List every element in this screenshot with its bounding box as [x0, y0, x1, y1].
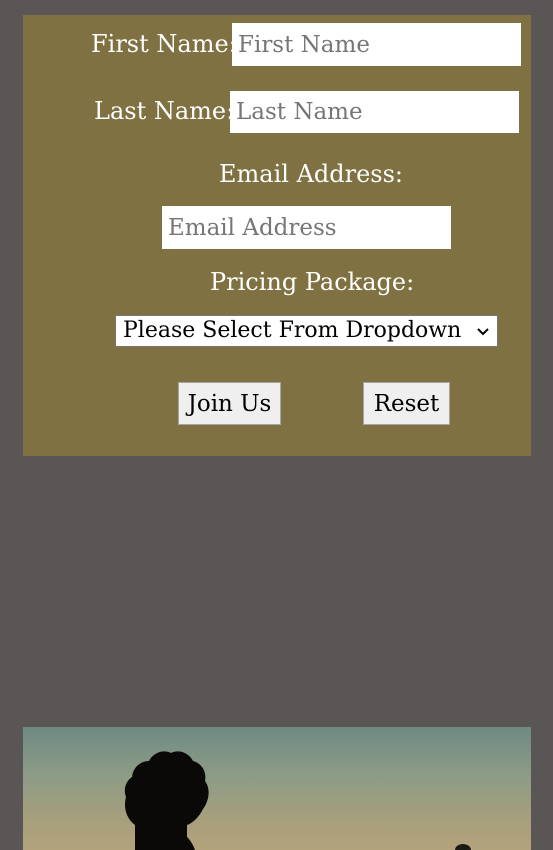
join-us-button[interactable]: Join Us — [178, 382, 281, 425]
first-name-label: First Name: — [91, 30, 237, 58]
last-name-label: Last Name: — [94, 97, 235, 125]
signup-form: First Name: Last Name: Email Address: Pr… — [23, 15, 531, 456]
pricing-package-selected: Please Select From Dropdown — [123, 318, 462, 343]
last-name-input[interactable] — [230, 91, 519, 133]
hero-image — [23, 727, 531, 850]
email-label: Email Address: — [219, 160, 404, 188]
silhouette-photo — [124, 751, 471, 850]
pricing-package-label: Pricing Package: — [210, 268, 415, 296]
reset-button[interactable]: Reset — [363, 382, 450, 425]
pricing-package-select[interactable]: Please Select From Dropdown — [115, 315, 498, 347]
page: First Name: Last Name: Email Address: Pr… — [0, 0, 553, 850]
first-name-input[interactable] — [232, 23, 521, 66]
chevron-down-icon — [477, 328, 489, 336]
email-input[interactable] — [162, 206, 451, 249]
